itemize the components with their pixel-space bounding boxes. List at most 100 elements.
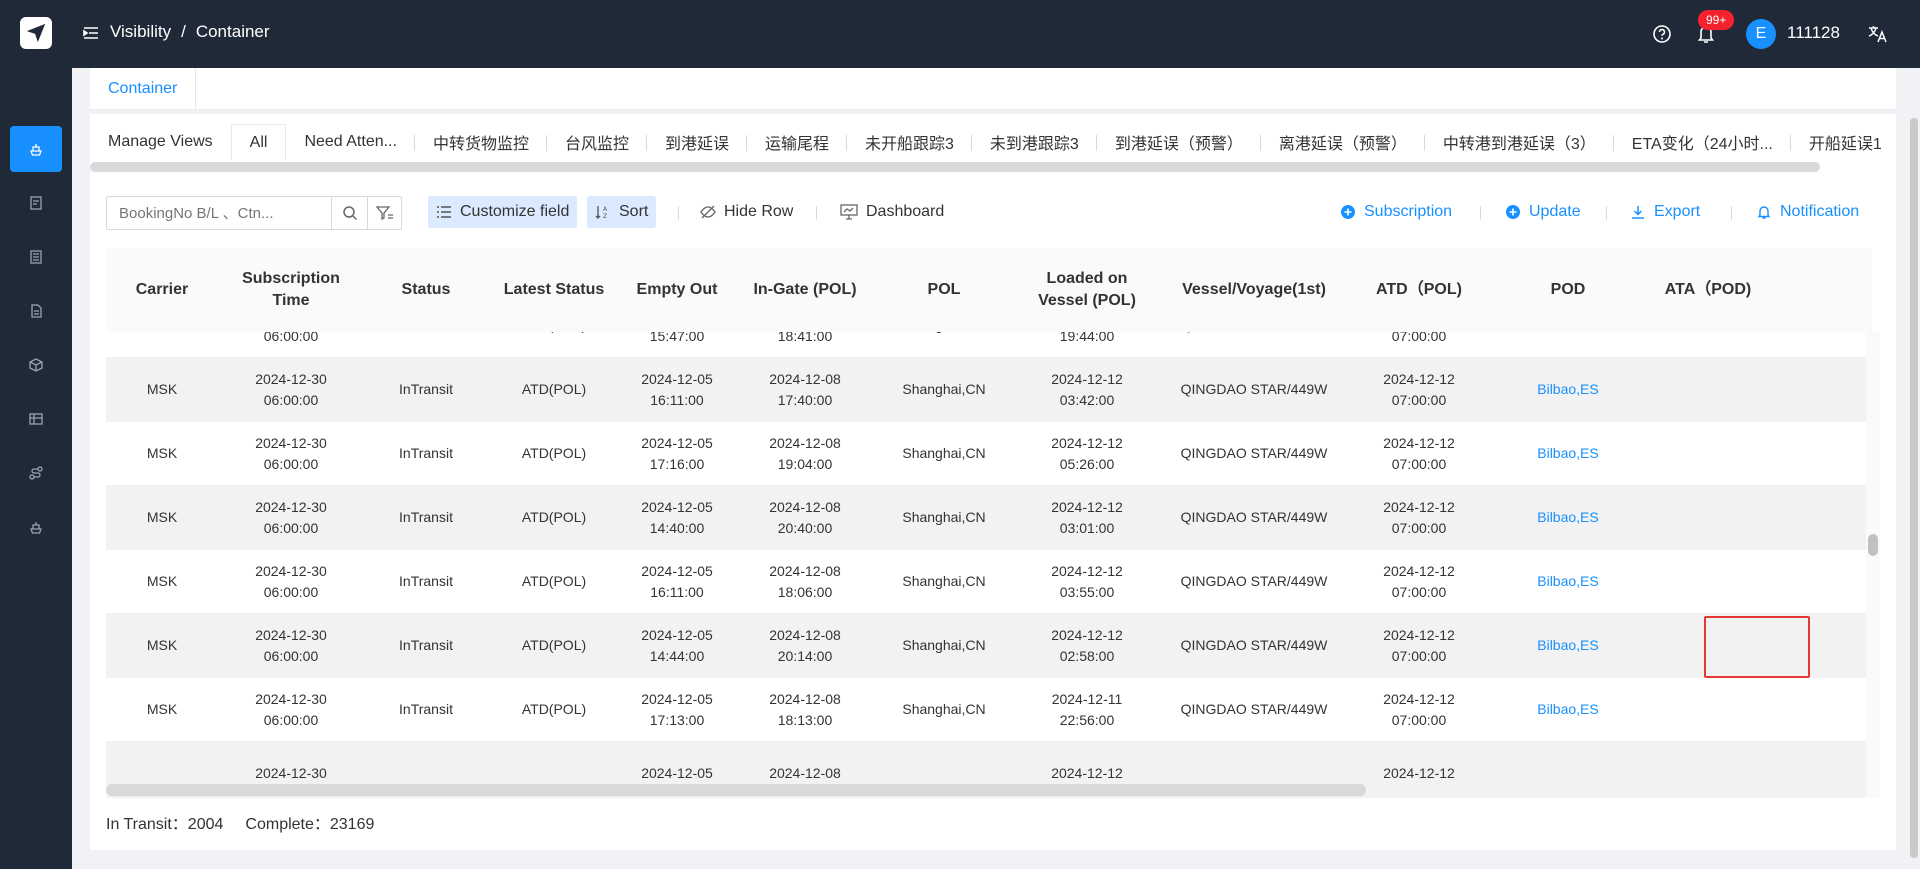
view-tab[interactable]: 台风监控 bbox=[547, 124, 647, 160]
search-input[interactable] bbox=[107, 197, 331, 229]
view-tab[interactable]: 中转港到港延误（3） bbox=[1425, 124, 1614, 160]
help-icon[interactable] bbox=[1650, 22, 1674, 46]
notification-button[interactable]: Notification bbox=[1756, 196, 1859, 228]
advanced-filter-button[interactable] bbox=[368, 196, 402, 230]
dashboard-button[interactable]: Dashboard bbox=[832, 196, 952, 228]
table-cell: 2024-12-12 07:00:00 bbox=[1346, 550, 1492, 613]
sidebar-item-documents[interactable] bbox=[10, 288, 62, 334]
username[interactable]: 111128 bbox=[1787, 23, 1840, 43]
page-vertical-scrollbar[interactable] bbox=[1910, 118, 1918, 858]
table-row[interactable]: MSK 2024-12-30 06:00:00 InTransit ATD(POL) 20… bbox=[106, 678, 1872, 742]
column-header[interactable]: Empty Out bbox=[620, 248, 734, 332]
sidebar-item-booking[interactable] bbox=[10, 180, 62, 226]
sidebar-item-vessel[interactable] bbox=[10, 504, 62, 550]
table-cell: ATD(POL) bbox=[488, 550, 620, 613]
view-tab-label: 中转港到港延误（3） bbox=[1442, 136, 1596, 153]
table-cell[interactable]: Bilbao,ES bbox=[1492, 486, 1644, 549]
column-header[interactable]: In-Gate (POL) bbox=[734, 248, 876, 332]
sidebar-item-orders[interactable] bbox=[10, 234, 62, 280]
sidebar-item-analytics[interactable] bbox=[10, 450, 62, 496]
view-tab[interactable]: Manage Views bbox=[90, 124, 231, 160]
column-header[interactable]: Vessel/Voyage(1st) bbox=[1162, 248, 1346, 332]
customize-field-button[interactable]: Customize field bbox=[428, 196, 578, 228]
sort-button[interactable]: AZ Sort bbox=[587, 196, 657, 228]
table-row[interactable]: MSK 2024-12-30 06:00:00 InTransit ATD(POL) 20… bbox=[106, 486, 1872, 550]
breadcrumb-visibility[interactable]: Visibility bbox=[110, 22, 171, 42]
subscription-button[interactable]: Subscription bbox=[1340, 196, 1452, 228]
table-horizontal-scrollbar[interactable] bbox=[106, 784, 1366, 796]
table-cell[interactable]: Bilbao,ES bbox=[1492, 678, 1644, 741]
cell-text: 17:40:00 bbox=[777, 391, 833, 408]
cell-text: QINGDAO STAR/449W bbox=[1180, 445, 1328, 461]
table-cell: ATD(POL) bbox=[488, 614, 620, 677]
sidebar bbox=[0, 68, 72, 869]
table-row[interactable]: MSK 2024-12-30 06:00:00 InTransit ATD(POL) 20… bbox=[106, 422, 1872, 486]
cell-text: 2024-12-30 bbox=[255, 626, 327, 643]
highlight-box bbox=[1704, 616, 1810, 678]
table-cell: 2024-12-11 22:56:00 bbox=[1012, 678, 1162, 741]
menu-toggle-icon[interactable] bbox=[82, 24, 100, 42]
column-header[interactable]: ATA（POD) bbox=[1644, 248, 1772, 332]
export-button[interactable]: Export bbox=[1630, 196, 1700, 228]
view-tab[interactable]: 运输尾程 bbox=[747, 124, 848, 160]
column-header-label: POL bbox=[927, 281, 961, 298]
column-header[interactable]: Latest Status bbox=[488, 248, 620, 332]
plus-circle-icon bbox=[1341, 205, 1355, 219]
toolbar-divider bbox=[1731, 206, 1732, 220]
views-horizontal-scrollbar[interactable] bbox=[90, 162, 1820, 172]
cell-text: 2024-12-12 bbox=[1383, 370, 1455, 387]
table-cell[interactable]: Bilbao,ES bbox=[1492, 614, 1644, 677]
view-tab[interactable]: 未开船跟踪3 bbox=[847, 124, 972, 160]
table-cell[interactable]: Bilbao,ES bbox=[1492, 550, 1644, 613]
view-tab[interactable]: ETA变化（24小时... bbox=[1614, 124, 1791, 160]
sidebar-item-container[interactable] bbox=[10, 126, 62, 172]
table-vertical-scrollbar[interactable] bbox=[1868, 534, 1878, 556]
sidebar-item-cargo[interactable] bbox=[10, 342, 62, 388]
cell-text: 2024-12-12 bbox=[1383, 690, 1455, 707]
column-header[interactable]: POD bbox=[1492, 248, 1644, 332]
view-tab[interactable]: 中转货物监控 bbox=[415, 124, 547, 160]
table-cell: Shanghai,CN bbox=[876, 678, 1012, 741]
table-row[interactable]: MSK 2024-12-30 06:00:00 InTransit ATD(POL) 20… bbox=[106, 550, 1872, 614]
column-header[interactable]: Status bbox=[364, 248, 488, 332]
table-cell: 2024-12-12 bbox=[1346, 742, 1492, 798]
table-cell[interactable] bbox=[1492, 742, 1644, 798]
cell-text: MSK bbox=[146, 701, 178, 717]
table-cell: ATD(POL) bbox=[488, 358, 620, 421]
column-header[interactable]: Carrier bbox=[106, 248, 218, 332]
cell-text: 2024-12-30 bbox=[255, 765, 327, 781]
table-row[interactable]: MSK 2024-12-30 06:00:00 InTransit ATD(POL) 20… bbox=[106, 358, 1872, 422]
view-tab[interactable]: All bbox=[230, 124, 287, 160]
cell-text: 2024-12-08 bbox=[769, 562, 841, 579]
cell-text: 14:40:00 bbox=[649, 519, 705, 536]
table-vertical-scroll-track[interactable] bbox=[1866, 332, 1880, 798]
search-button[interactable] bbox=[332, 196, 368, 230]
cell-text: 18:13:00 bbox=[777, 711, 833, 728]
notification-label: Notification bbox=[1780, 203, 1860, 220]
tab-container[interactable]: Container bbox=[90, 68, 197, 110]
update-button[interactable]: Update bbox=[1505, 196, 1581, 228]
view-tab[interactable]: Need Atten... bbox=[286, 124, 415, 160]
app-logo[interactable] bbox=[20, 17, 52, 49]
column-header-label: ATD（POL) bbox=[1376, 281, 1462, 298]
cell-text: Bilbao,ES bbox=[1537, 637, 1599, 653]
avatar[interactable]: E bbox=[1746, 19, 1776, 49]
table-cell[interactable]: Bilbao,ES bbox=[1492, 358, 1644, 421]
column-header[interactable]: Loaded on Vessel (POL) bbox=[1012, 248, 1162, 332]
view-tab[interactable]: 开船延误1 bbox=[1791, 124, 1896, 160]
column-header[interactable]: Subscription Time bbox=[218, 248, 364, 332]
view-tab[interactable]: 离港延误（预警） bbox=[1261, 124, 1425, 160]
cell-text: 03:42:00 bbox=[1059, 391, 1115, 408]
view-tab-label: 开船延误1 bbox=[1808, 136, 1882, 153]
language-icon[interactable] bbox=[1866, 22, 1890, 46]
column-header[interactable]: ATD（POL) bbox=[1346, 248, 1492, 332]
hide-row-button[interactable]: Hide Row bbox=[692, 196, 801, 228]
view-tab[interactable]: 到港延误 bbox=[647, 124, 747, 160]
view-tab[interactable]: 到港延误（预警） bbox=[1097, 124, 1261, 160]
sidebar-item-reports[interactable] bbox=[10, 396, 62, 442]
table-cell: ATD(POL) bbox=[488, 486, 620, 549]
table-cell[interactable]: Bilbao,ES bbox=[1492, 422, 1644, 485]
table-row[interactable]: MSK 2024-12-30 06:00:00 InTransit ATD(POL) 20… bbox=[106, 614, 1872, 678]
column-header[interactable]: POL bbox=[876, 248, 1012, 332]
view-tab[interactable]: 未到港跟踪3 bbox=[972, 124, 1097, 160]
